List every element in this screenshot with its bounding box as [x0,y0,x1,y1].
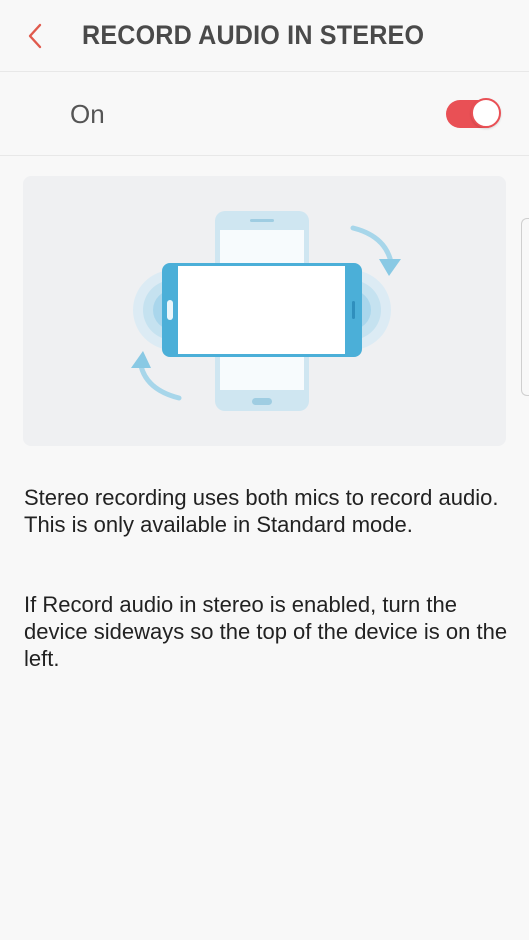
scroll-indicator [521,218,529,396]
description-paragraph-1: Stereo recording uses both mics to recor… [24,485,499,537]
illustration-card [23,176,506,446]
chevron-left-icon [28,23,42,49]
app-bar: RECORD AUDIO IN STEREO [0,0,529,72]
rotate-arrow-icon [131,351,182,401]
stereo-toggle[interactable] [446,98,502,130]
toggle-thumb [471,98,501,128]
stereo-switch-row[interactable]: On [0,72,529,156]
landscape-phone-icon [162,263,362,357]
back-button[interactable] [14,16,58,56]
switch-label: On [70,99,105,129]
description-paragraph-2: If Record audio in stereo is enabled, tu… [24,592,508,671]
page-title: RECORD AUDIO IN STEREO [82,20,425,50]
stereo-rotate-device-illustration [131,211,401,411]
